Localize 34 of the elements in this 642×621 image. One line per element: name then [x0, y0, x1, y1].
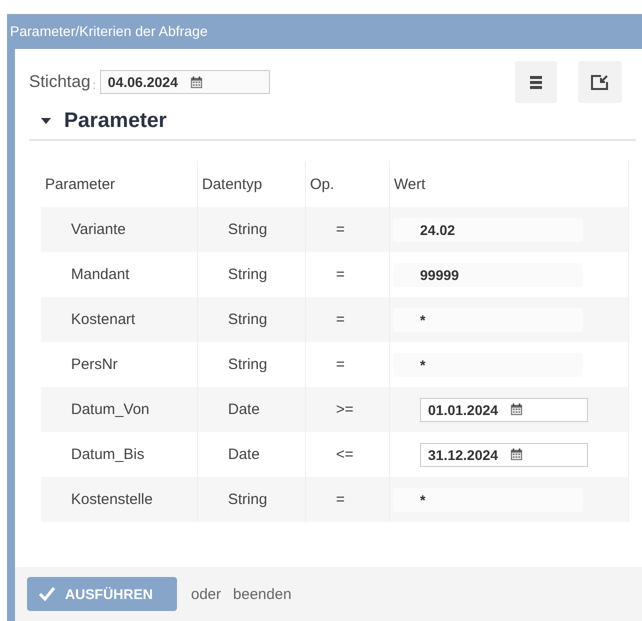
window-title: Parameter/Kriterien der Abfrage — [10, 22, 209, 41]
table-cell: = — [306, 477, 390, 522]
table-cell: String — [198, 207, 306, 252]
table-cell: >= — [306, 387, 390, 432]
table-cell: String — [198, 477, 306, 522]
or-text: oder — [191, 586, 222, 602]
menu-button[interactable] — [515, 61, 557, 103]
input-field[interactable]: * — [393, 488, 583, 512]
table-cell: = — [306, 207, 390, 252]
checkmark-icon — [39, 587, 55, 601]
export-button[interactable] — [578, 61, 622, 103]
table-cell: Datum_Von — [41, 387, 198, 432]
input-field[interactable]: 24.02 — [393, 218, 583, 242]
box-arrow-icon — [591, 74, 609, 90]
date-field[interactable]: 01.01.2024 — [420, 398, 588, 422]
input-field[interactable]: * — [393, 352, 583, 376]
calendar-icon[interactable] — [510, 403, 524, 416]
calendar-icon[interactable] — [190, 76, 203, 88]
input-field[interactable]: 99999 — [393, 262, 583, 286]
stichtag-label: Stichtag — [29, 72, 90, 92]
table-cell: String — [198, 297, 306, 342]
end-link[interactable]: beenden — [233, 586, 292, 602]
input-field[interactable]: * — [393, 308, 583, 332]
table-cell: Kostenstelle — [41, 477, 198, 522]
date-field[interactable]: 31.12.2024 — [420, 442, 588, 466]
calendar-icon[interactable] — [510, 448, 524, 461]
menu-icon — [530, 76, 542, 88]
label-separator: : — [92, 78, 96, 92]
table-cell: = — [306, 297, 390, 342]
table-cell: Variante — [41, 207, 198, 252]
date-field[interactable]: 04.06.2024 — [100, 70, 270, 94]
table-cell: Date — [198, 387, 306, 432]
table-cell: Kostenart — [41, 297, 198, 342]
section-title: Parameter — [64, 109, 167, 133]
